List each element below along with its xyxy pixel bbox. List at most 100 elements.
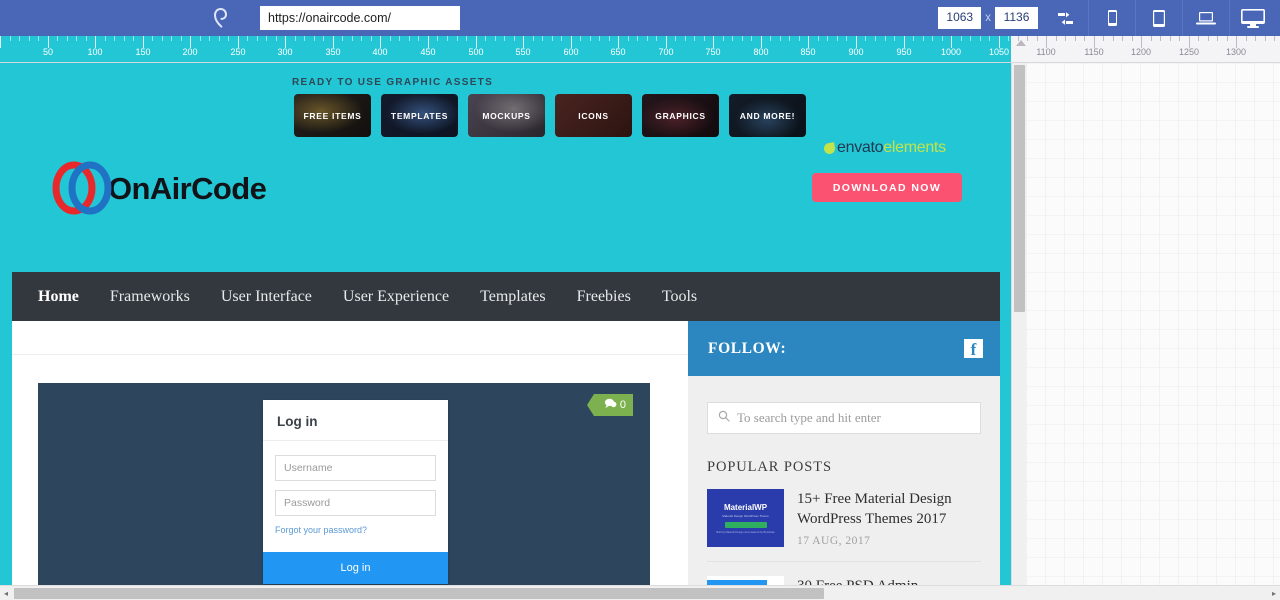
ruler-tick-label: 600 xyxy=(563,47,579,57)
ruler-tick xyxy=(304,36,305,41)
site-logo[interactable]: OnAirCode xyxy=(52,161,267,216)
post-meta: 15+ Free Material Design WordPress Theme… xyxy=(797,489,981,547)
ruler-tick xyxy=(466,36,467,41)
ruler-tick xyxy=(361,36,362,41)
ruler-tick-label: 1150 xyxy=(1084,47,1104,57)
ad-tile-mockups[interactable]: MOCKUPS xyxy=(468,94,545,137)
ruler-tick xyxy=(770,36,771,41)
ruler-tick xyxy=(171,36,172,41)
search-box[interactable]: To search type and hit enter xyxy=(707,402,981,434)
login-card-title: Log in xyxy=(263,400,448,441)
ruler-tick xyxy=(913,36,914,41)
nav-item-templates[interactable]: Templates xyxy=(480,288,546,306)
ruler-tick xyxy=(485,36,486,41)
facebook-icon[interactable]: f xyxy=(964,339,983,358)
ruler-tick xyxy=(942,36,943,41)
nav-item-user-experience[interactable]: User Experience xyxy=(343,288,449,306)
thumbnail-button xyxy=(724,521,767,528)
search-input[interactable]: To search type and hit enter xyxy=(737,410,881,426)
ruler-tick xyxy=(533,36,534,41)
comment-count-badge[interactable]: 0 xyxy=(586,394,633,416)
ruler-tick xyxy=(590,36,591,41)
ad-tile-and-more[interactable]: AND MORE! xyxy=(729,94,806,137)
tablet-icon[interactable] xyxy=(1136,0,1182,36)
ruler-tick xyxy=(371,36,372,41)
ruler-tick xyxy=(86,36,87,41)
rotate-swap-icon[interactable] xyxy=(1042,0,1088,36)
ruler-ticks: 50 100 150 200 250 300 350 400 450 500 550 600 650 70… xyxy=(0,36,1280,62)
ruler-tick xyxy=(1075,36,1076,41)
login-submit-button[interactable]: Log in xyxy=(263,552,448,584)
ruler-tick xyxy=(57,36,58,41)
laptop-icon[interactable] xyxy=(1183,0,1229,36)
ruler-tick xyxy=(552,36,553,41)
ruler-tick xyxy=(656,36,657,41)
ruler-tick xyxy=(647,36,648,41)
site-left-gutter xyxy=(0,63,12,585)
ruler-tick xyxy=(1170,36,1171,41)
ad-tile-free-items[interactable]: FREE ITEMS xyxy=(294,94,371,137)
envato-elements-logo[interactable]: envato elements xyxy=(823,139,946,157)
ruler-tick-label: 1250 xyxy=(1178,47,1200,57)
ruler-tick xyxy=(894,36,895,41)
popular-posts-list: MaterialWP Material Design WordPress The… xyxy=(688,476,1000,585)
mobile-phone-icon[interactable] xyxy=(1089,0,1135,36)
nav-item-tools[interactable]: Tools xyxy=(662,288,697,306)
window-horizontal-scrollbar[interactable]: ◂ ▸ xyxy=(0,585,1280,600)
spiral-e-logo-icon[interactable] xyxy=(190,0,252,36)
ruler-tick xyxy=(685,36,686,41)
viewport-width-input[interactable]: 1063 xyxy=(938,7,982,29)
vertical-scrollbar-thumb[interactable] xyxy=(1014,65,1025,312)
nav-item-freebies[interactable]: Freebies xyxy=(577,288,631,306)
ruler-tick xyxy=(266,36,267,41)
nav-item-home[interactable]: Home xyxy=(38,288,79,306)
ruler-tick-label: 1300 xyxy=(1225,47,1247,57)
ruler-resize-handle[interactable] xyxy=(1016,40,1026,46)
ruler-tick xyxy=(437,36,438,41)
ruler-tick xyxy=(314,36,315,41)
featured-post-image[interactable]: 0 Log in Username Password Forgot your p… xyxy=(38,383,650,585)
viewport-height-input[interactable]: 1136 xyxy=(995,7,1038,29)
ruler-tick xyxy=(875,36,876,41)
viewport-vertical-scrollbar[interactable] xyxy=(1011,63,1026,585)
ruler-tick xyxy=(628,36,629,41)
ruler-tick xyxy=(200,36,201,41)
username-input[interactable]: Username xyxy=(275,455,436,481)
ruler-tick xyxy=(219,36,220,41)
url-input[interactable]: https://onaircode.com/ xyxy=(260,6,460,30)
ruler-tick xyxy=(295,36,296,41)
ad-tile-label: AND MORE! xyxy=(739,110,796,121)
post-thumbnail[interactable]: MaterialWP Material Design WordPress The… xyxy=(707,489,784,547)
ad-tile-icons[interactable]: ICONS xyxy=(555,94,632,137)
ad-tile-row: FREE ITEMS TEMPLATES MOCKUPS ICONS GRAPH… xyxy=(294,94,806,137)
ruler-tick xyxy=(1265,36,1266,41)
download-now-button[interactable]: DOWNLOAD NOW xyxy=(812,173,962,202)
ruler-tick xyxy=(1084,36,1085,41)
forgot-password-link[interactable]: Forgot your password? xyxy=(275,525,436,535)
ruler-tick-label: 100 xyxy=(87,47,103,57)
horizontal-scrollbar-thumb[interactable] xyxy=(14,588,824,599)
list-item[interactable]: 30 Free PSD Admin xyxy=(707,562,981,585)
ad-tile-label: TEMPLATES xyxy=(390,110,449,121)
post-title[interactable]: 15+ Free Material Design WordPress Theme… xyxy=(797,489,981,530)
post-title[interactable]: 30 Free PSD Admin xyxy=(797,576,981,585)
ruler-tick xyxy=(323,36,324,41)
ad-tile-graphics[interactable]: GRAPHICS xyxy=(642,94,719,137)
device-presets xyxy=(1089,0,1276,36)
ruler-tick xyxy=(228,36,229,41)
content-divider xyxy=(12,354,688,355)
password-input[interactable]: Password xyxy=(275,490,436,516)
scroll-left-arrow[interactable]: ◂ xyxy=(0,586,12,600)
post-thumbnail[interactable] xyxy=(707,576,784,585)
scroll-right-arrow[interactable]: ▸ xyxy=(1268,586,1280,600)
nav-item-user-interface[interactable]: User Interface xyxy=(221,288,312,306)
ruler-tick-label: 450 xyxy=(420,47,436,57)
ruler-tick xyxy=(704,36,705,41)
desktop-monitor-icon[interactable] xyxy=(1230,0,1276,36)
ruler-tick xyxy=(495,36,496,41)
nav-item-frameworks[interactable]: Frameworks xyxy=(110,288,190,306)
ruler-tick xyxy=(409,36,410,41)
list-item[interactable]: MaterialWP Material Design WordPress The… xyxy=(707,489,981,562)
ad-tile-templates[interactable]: TEMPLATES xyxy=(381,94,458,137)
horizontal-ruler[interactable]: 50 100 150 200 250 300 350 400 450 500 550 600 650 70… xyxy=(0,36,1280,63)
